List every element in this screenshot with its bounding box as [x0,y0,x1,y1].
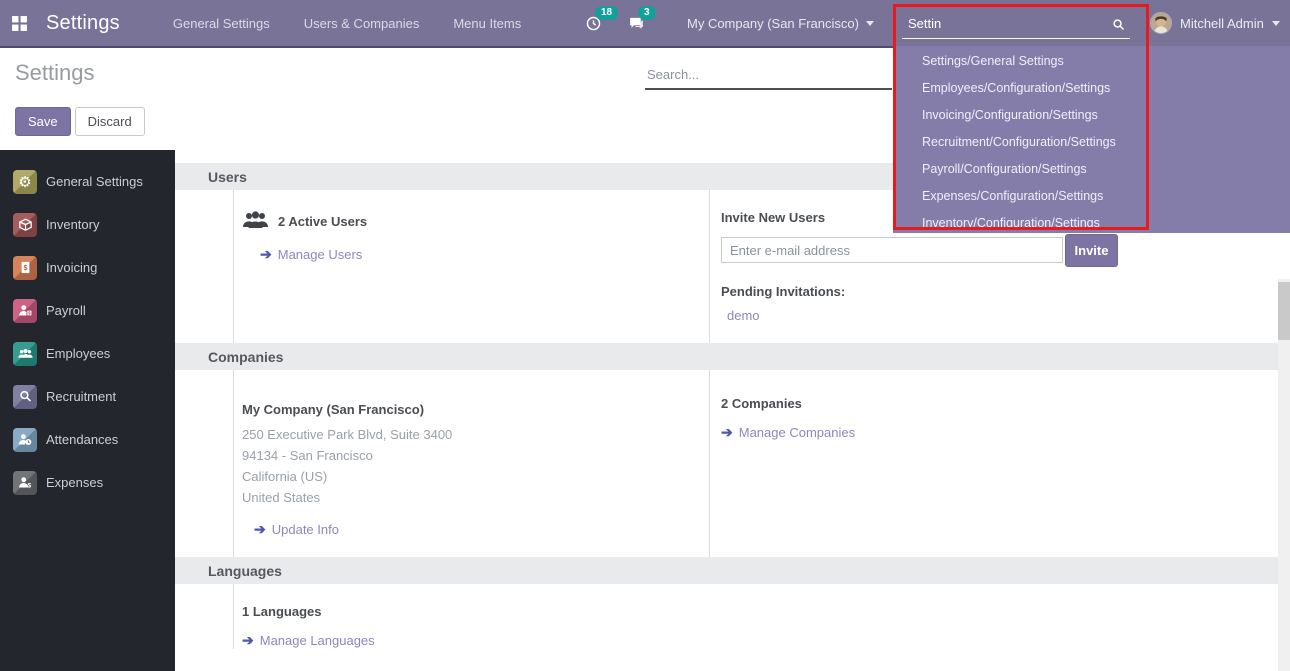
inventory-icon [13,213,37,237]
page-title: Settings [15,60,95,86]
users-group-icon [242,210,269,233]
search-suggestion[interactable]: Employees/Configuration/Settings [893,75,1290,102]
languages-count: 1 Languages [242,604,709,619]
company-address: 250 Executive Park Blvd, Suite 3400 9413… [242,424,709,508]
search-suggestion[interactable]: Settings/General Settings [893,48,1290,75]
languages-block: 1 Languages ➔ Manage Languages [233,584,709,649]
sidebar-item-invoicing[interactable]: $ Invoicing [0,246,175,289]
attendances-icon [13,428,37,452]
settings-sidebar: ⚙ General Settings Inventory $ Invoicing… [0,150,175,671]
messages-button[interactable]: 3 [628,15,645,32]
companies-count: 2 Companies [721,396,1121,411]
menu-search-box [902,13,1140,39]
sidebar-item-label: Expenses [46,475,103,490]
search-suggestion[interactable]: Recruitment/Configuration/Settings [893,129,1290,156]
sidebar-item-label: Recruitment [46,389,116,404]
user-menu[interactable]: Mitchell Admin [1150,0,1280,46]
discard-button[interactable]: Discard [75,107,145,136]
sidebar-item-label: Inventory [46,217,99,232]
address-line: 94134 - San Francisco [242,445,709,466]
vertical-scrollbar[interactable]: ▼ [1278,279,1290,671]
section-languages: 1 Languages ➔ Manage Languages [175,584,1278,649]
sidebar-item-payroll[interactable]: $ Payroll [0,289,175,332]
section-header-languages: Languages [175,557,1278,584]
section-header-companies: Companies [175,343,1278,370]
recruitment-icon [13,385,37,409]
pending-invitations-label: Pending Invitations: [721,284,1121,299]
message-count-badge: 3 [638,6,656,20]
address-line: United States [242,487,709,508]
company-name: My Company (San Francisco) [242,396,709,417]
section-title: Languages [208,563,282,579]
menu-search-input[interactable] [902,13,1130,39]
section-companies: My Company (San Francisco) 250 Executive… [175,370,1278,557]
svg-text:$: $ [23,264,27,272]
companies-count-block: 2 Companies ➔ Manage Companies [709,370,1121,557]
employees-icon [13,342,37,366]
invite-email-input[interactable] [721,237,1063,263]
systray: 18 3 My Company (San Francisco) [585,0,874,46]
active-users-block: 2 Active Users ➔ Manage Users [233,190,709,343]
gear-icon: ⚙ [13,170,37,194]
sidebar-item-general-settings[interactable]: ⚙ General Settings [0,160,175,203]
svg-text:$: $ [27,482,31,489]
manage-companies-link[interactable]: ➔ Manage Companies [721,424,1121,441]
user-name: Mitchell Admin [1180,16,1264,31]
sidebar-item-label: General Settings [46,174,143,189]
sidebar-item-label: Payroll [46,303,86,318]
search-suggestion[interactable]: Inventory/Configuration/Settings [893,210,1290,237]
company-switcher-label: My Company (San Francisco) [687,16,859,31]
sidebar-item-expenses[interactable]: $ Expenses [0,461,175,504]
section-title: Users [208,169,247,185]
activities-button[interactable]: 18 [585,15,602,32]
arrow-right-icon: ➔ [254,521,266,538]
menu-search-dropdown: Settings/General Settings Employees/Conf… [893,46,1290,233]
update-info-link[interactable]: ➔ Update Info [254,521,709,538]
sidebar-item-label: Employees [46,346,110,361]
sidebar-item-inventory[interactable]: Inventory [0,203,175,246]
sidebar-item-recruitment[interactable]: Recruitment [0,375,175,418]
invite-button[interactable]: Invite [1065,234,1118,267]
arrow-right-icon: ➔ [721,424,733,441]
app-title[interactable]: Settings [46,12,120,35]
invoicing-icon: $ [13,256,37,280]
company-switcher[interactable]: My Company (San Francisco) [687,16,874,31]
sidebar-item-employees[interactable]: Employees [0,332,175,375]
menu-users-companies[interactable]: Users & Companies [291,8,433,39]
address-line: 250 Executive Park Blvd, Suite 3400 [242,424,709,445]
menu-general-settings[interactable]: General Settings [160,8,283,39]
top-menu: General Settings Users & Companies Menu … [160,8,534,39]
address-line: California (US) [242,466,709,487]
apps-grid-icon[interactable] [0,0,38,46]
search-suggestion[interactable]: Expenses/Configuration/Settings [893,183,1290,210]
scrollbar-thumb[interactable] [1278,282,1290,340]
sidebar-item-label: Invoicing [46,260,97,275]
sidebar-item-label: Attendances [46,432,118,447]
search-suggestion[interactable]: Invoicing/Configuration/Settings [893,102,1290,129]
active-users-count: 2 Active Users [278,214,367,229]
manage-languages-link[interactable]: ➔ Manage Languages [242,632,709,649]
menu-search-suggestions: Settings/General Settings Employees/Conf… [893,46,1290,237]
manage-users-link[interactable]: ➔ Manage Users [260,246,709,263]
section-title: Companies [208,349,283,365]
arrow-right-icon: ➔ [260,246,272,263]
arrow-right-icon: ➔ [242,632,254,649]
control-buttons: Save Discard [15,107,145,136]
company-info-block: My Company (San Francisco) 250 Executive… [233,370,709,557]
avatar [1150,12,1172,34]
save-button[interactable]: Save [15,107,71,136]
sidebar-item-attendances[interactable]: Attendances [0,418,175,461]
payroll-icon: $ [13,299,37,323]
menu-menu-items[interactable]: Menu Items [440,8,534,39]
expenses-icon: $ [13,471,37,495]
pending-user-link[interactable]: demo [727,308,1121,323]
chevron-down-icon [1272,21,1280,26]
chevron-down-icon [866,21,874,26]
activity-count-badge: 18 [595,6,618,20]
search-suggestion[interactable]: Payroll/Configuration/Settings [893,156,1290,183]
